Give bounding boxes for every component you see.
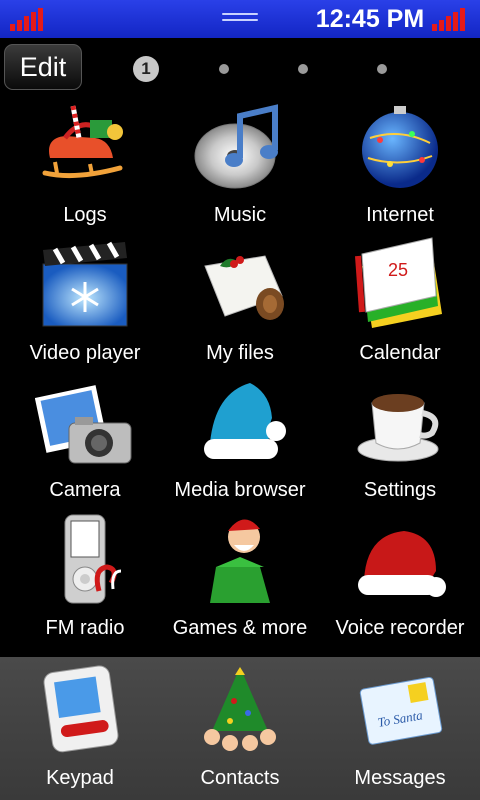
app-camera[interactable]: Camera bbox=[10, 373, 160, 509]
signal-strength-icon bbox=[10, 7, 44, 31]
keypad-icon bbox=[43, 665, 119, 753]
coffee-cup-icon bbox=[357, 394, 439, 462]
dock-label: Contacts bbox=[200, 767, 280, 789]
dock-keypad[interactable]: Keypad bbox=[0, 657, 160, 800]
yule-log-cake-icon bbox=[204, 255, 284, 320]
blue-santa-hat-icon bbox=[204, 383, 286, 459]
calendar-icon: 25 bbox=[355, 237, 442, 328]
app-label: My files bbox=[206, 342, 274, 364]
notification-handle[interactable] bbox=[222, 13, 258, 23]
page-indicator-current[interactable]: 1 bbox=[133, 56, 159, 82]
dock: Keypad Contacts To Santa Messages bbox=[0, 657, 480, 800]
globe-ornament-icon bbox=[362, 106, 438, 188]
status-bar: 12:45 PM bbox=[0, 0, 480, 38]
letter-to-santa-icon: To Santa bbox=[359, 676, 443, 745]
edit-button[interactable]: Edit bbox=[4, 44, 82, 90]
music-cd-icon bbox=[194, 104, 278, 189]
app-internet[interactable]: Internet bbox=[325, 98, 475, 234]
app-label: Voice recorder bbox=[335, 617, 465, 639]
app-fm-radio[interactable]: FM radio bbox=[10, 511, 160, 647]
dock-contacts[interactable]: Contacts bbox=[160, 657, 320, 800]
dock-messages[interactable]: To Santa Messages bbox=[320, 657, 480, 800]
page-indicator-dot[interactable] bbox=[377, 64, 387, 74]
app-media-browser[interactable]: Media browser bbox=[165, 373, 315, 509]
app-my-files[interactable]: My files bbox=[165, 236, 315, 372]
dock-label: Messages bbox=[354, 767, 446, 789]
app-settings[interactable]: Settings bbox=[325, 373, 475, 509]
music-player-icon bbox=[64, 514, 122, 604]
page-indicator-dot[interactable] bbox=[219, 64, 229, 74]
page-indicator-dot[interactable] bbox=[298, 64, 308, 74]
sleigh-icon bbox=[42, 105, 123, 179]
app-label: Video player bbox=[29, 342, 141, 364]
camera-icon bbox=[35, 385, 132, 464]
app-label: Media browser bbox=[174, 479, 306, 501]
app-label: Games & more bbox=[172, 617, 308, 639]
red-santa-hat-icon bbox=[358, 531, 446, 597]
app-label: Music bbox=[213, 204, 267, 226]
status-clock: 12:45 PM bbox=[315, 5, 425, 33]
svg-text:25: 25 bbox=[388, 260, 408, 280]
app-music[interactable]: Music bbox=[165, 98, 315, 234]
jack-in-the-box-icon bbox=[210, 519, 270, 603]
app-label: Settings bbox=[363, 479, 437, 501]
app-label: Calendar bbox=[359, 342, 441, 364]
app-label: Camera bbox=[49, 479, 121, 501]
app-voice-recorder[interactable]: Voice recorder bbox=[325, 511, 475, 647]
dock-label: Keypad bbox=[46, 767, 114, 789]
battery-level-icon bbox=[432, 7, 466, 31]
app-label: Logs bbox=[63, 204, 107, 226]
app-label: FM radio bbox=[45, 617, 125, 639]
app-logs[interactable]: Logs bbox=[10, 98, 160, 234]
app-label: Internet bbox=[366, 204, 434, 226]
christmas-tree-icon bbox=[204, 667, 276, 751]
clapperboard-icon bbox=[42, 241, 128, 327]
app-games[interactable]: Games & more bbox=[165, 511, 315, 647]
app-video-player[interactable]: Video player bbox=[10, 236, 160, 372]
app-calendar[interactable]: 25 Calendar bbox=[325, 236, 475, 372]
